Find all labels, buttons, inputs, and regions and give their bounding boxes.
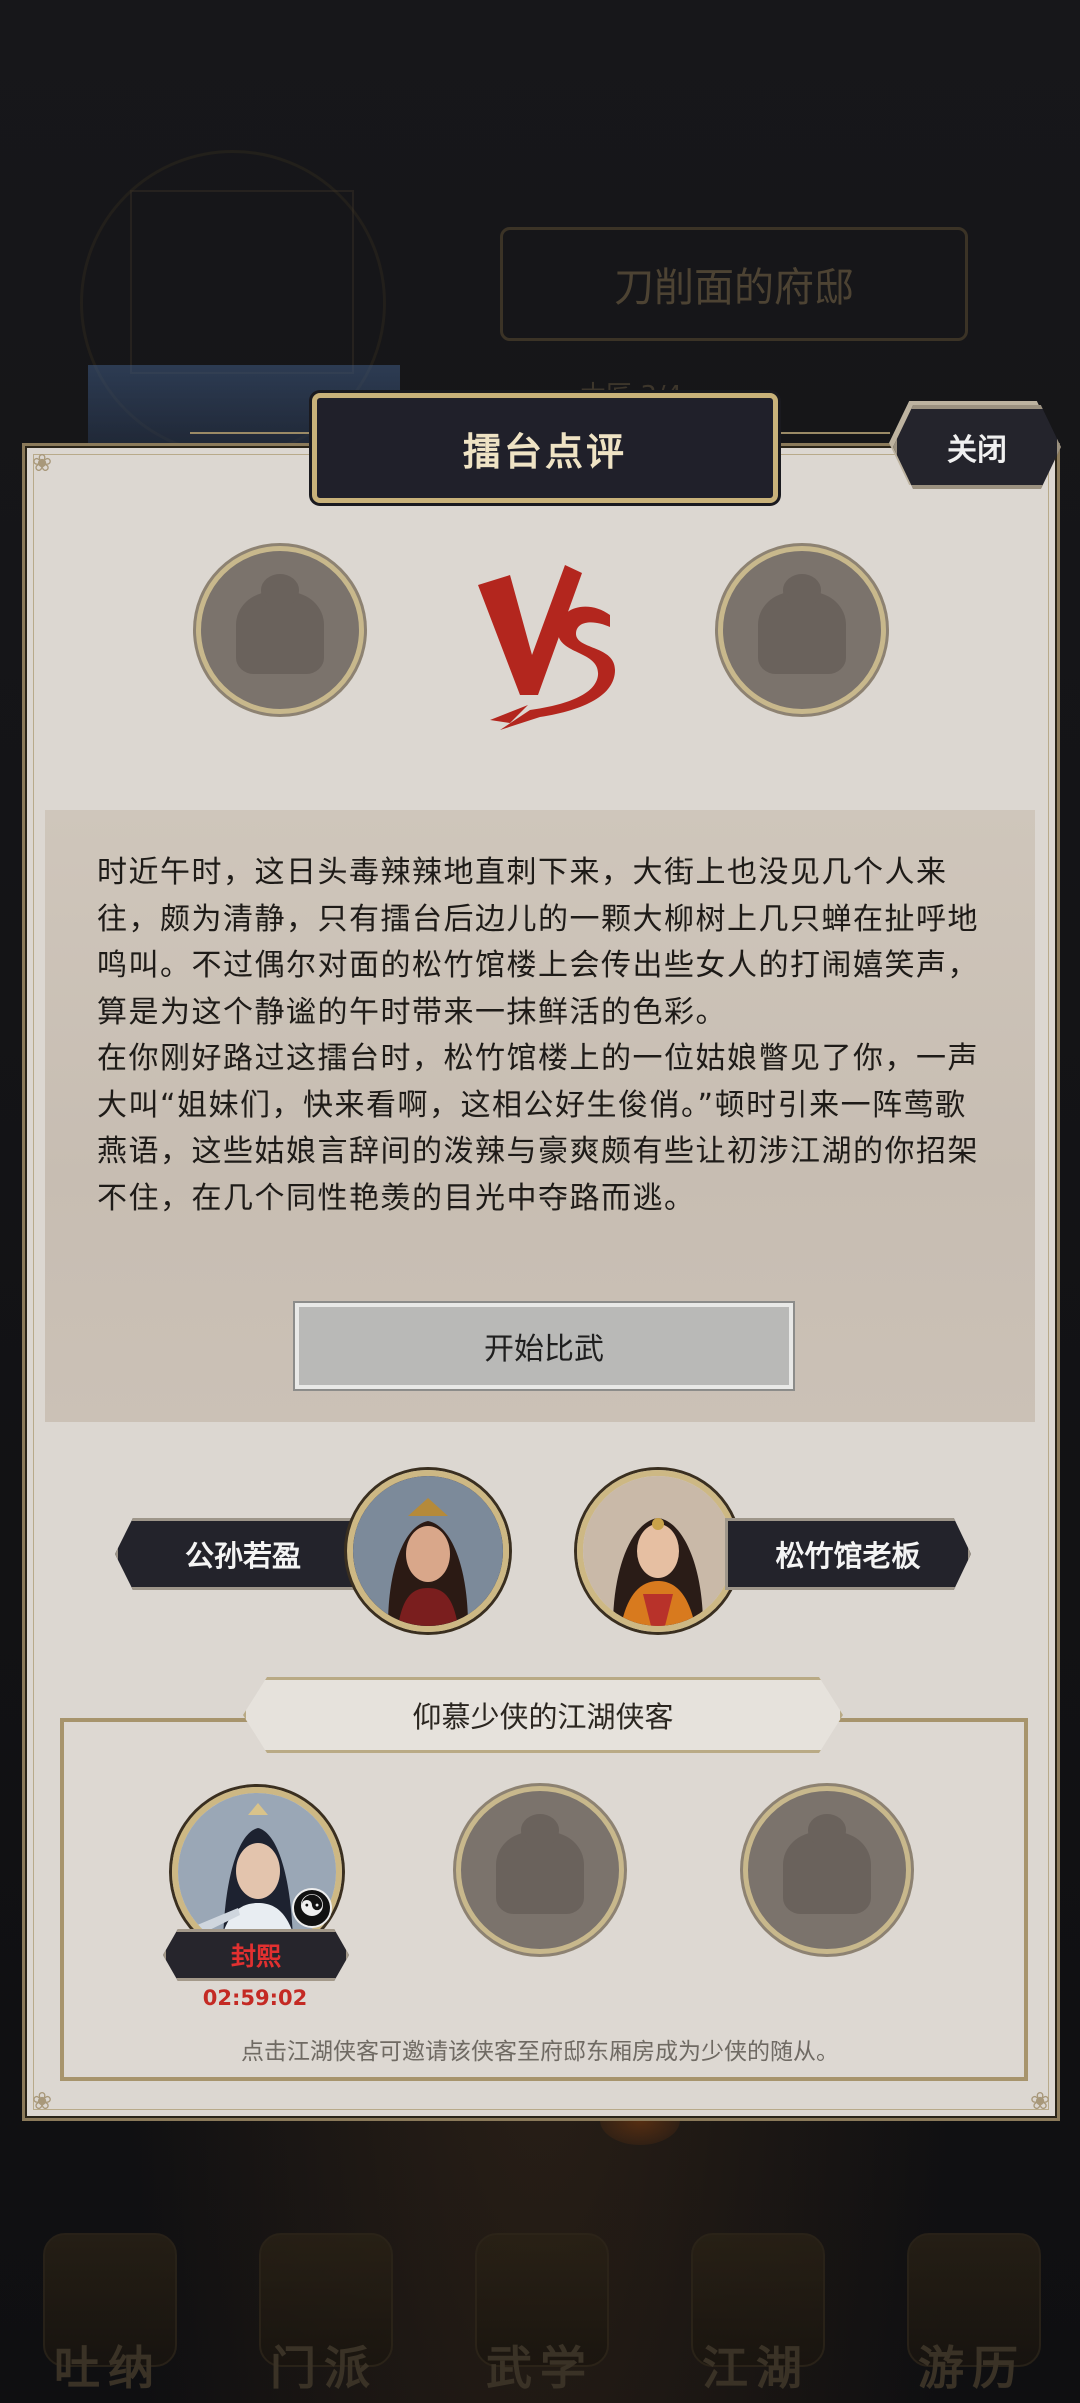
corner-ornament-icon: ❀ bbox=[31, 2087, 53, 2115]
modal-title-plate: 擂台点评 bbox=[312, 393, 778, 503]
nav-item-tuna[interactable]: 吐纳 bbox=[33, 2233, 183, 2403]
bottom-navigation: 吐纳 门派 武学 江湖 游历 bbox=[0, 2225, 1080, 2403]
admirer-hero-name: 封熙 bbox=[163, 1929, 349, 1981]
close-button[interactable]: 关闭 bbox=[893, 405, 1061, 489]
corner-ornament-icon: ❀ bbox=[31, 449, 53, 477]
invite-hint-text: 点击江湖侠客可邀请该侠客至府邸东厢房成为少侠的随从。 bbox=[241, 2039, 839, 2065]
unknown-person-icon bbox=[782, 1813, 872, 1915]
empty-hero-slot bbox=[743, 1786, 911, 1954]
right-opponent-name: 松竹馆老板 bbox=[725, 1518, 971, 1590]
corner-ornament-icon: ❀ bbox=[1029, 2087, 1051, 2115]
taiji-sect-icon: ☯ bbox=[292, 1888, 332, 1928]
nav-item-jianghu[interactable]: 江湖 bbox=[681, 2233, 831, 2403]
female-warrior-portrait-icon bbox=[353, 1476, 503, 1626]
nav-label: 江湖 bbox=[702, 2341, 810, 2395]
start-duel-button[interactable]: 开始比武 bbox=[295, 1303, 793, 1389]
nav-item-youli[interactable]: 游历 bbox=[897, 2233, 1047, 2403]
admirer-heroes-title: 仰慕少侠的江湖侠客 bbox=[243, 1677, 843, 1753]
unknown-person-icon bbox=[495, 1813, 585, 1915]
story-panel: 时近午时，这日头毒辣辣地直刺下来，大街上也没见几个人来往，颇为清静，只有擂台后边… bbox=[45, 810, 1035, 1422]
nav-label: 游历 bbox=[918, 2341, 1026, 2395]
left-opponent-portrait[interactable] bbox=[347, 1470, 509, 1632]
residence-name-plate: 刀削面的府邸 bbox=[500, 227, 968, 341]
story-paragraph: 在你刚好路过这擂台时，松竹馆楼上的一位姑娘瞥见了你，一声大叫“姐妹们，快来看啊，… bbox=[97, 1041, 979, 1216]
story-text: 时近午时，这日头毒辣辣地直刺下来，大街上也没见几个人来往，颇为清静，只有擂台后边… bbox=[97, 850, 987, 1222]
nav-item-wuxue[interactable]: 武学 bbox=[465, 2233, 615, 2403]
story-paragraph: 时近午时，这日头毒辣辣地直刺下来，大街上也没见几个人来往，颇为清静，只有擂台后边… bbox=[97, 855, 979, 1030]
versus-icon bbox=[478, 565, 615, 730]
left-opponent-name: 公孙若盈 bbox=[115, 1518, 371, 1590]
nav-label: 吐纳 bbox=[54, 2341, 162, 2395]
admirer-hero-countdown: 02:59:02 bbox=[202, 1986, 308, 2010]
left-fighter-placeholder-avatar bbox=[196, 546, 364, 714]
nav-label: 门派 bbox=[270, 2341, 378, 2395]
empty-hero-slot bbox=[456, 1786, 624, 1954]
right-fighter-placeholder-avatar bbox=[718, 546, 886, 714]
unknown-person-icon bbox=[235, 573, 325, 675]
unknown-person-icon bbox=[757, 573, 847, 675]
nav-item-menpai[interactable]: 门派 bbox=[249, 2233, 399, 2403]
title-ornament-right bbox=[770, 432, 890, 454]
right-opponent-portrait[interactable] bbox=[577, 1470, 739, 1632]
modal-title: 擂台点评 bbox=[462, 429, 627, 474]
madam-portrait-icon bbox=[583, 1476, 733, 1626]
title-ornament-left bbox=[190, 432, 310, 454]
residence-building-image bbox=[130, 190, 354, 374]
nav-label: 武学 bbox=[486, 2341, 594, 2395]
